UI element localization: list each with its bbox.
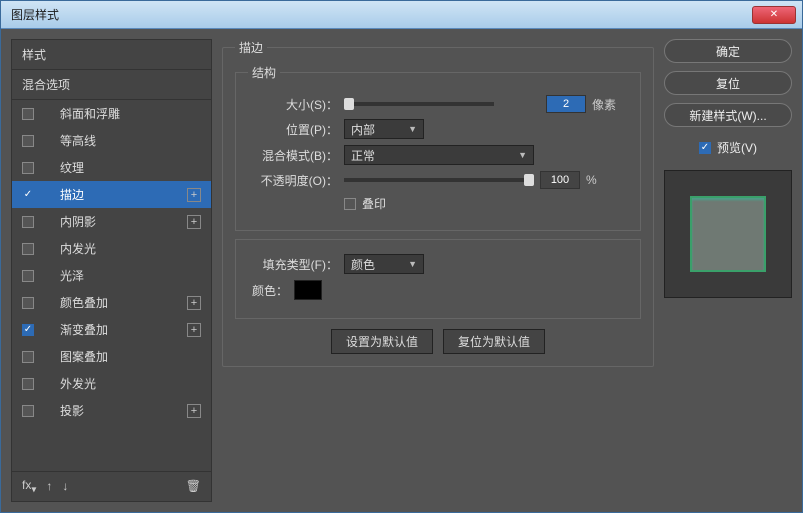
size-slider[interactable]	[344, 102, 494, 106]
right-column: 确定 复位 新建样式(W)... ✓ 预览(V)	[664, 39, 792, 502]
sidebar-header-styles[interactable]: 样式	[12, 40, 211, 69]
add-effect-icon[interactable]: +	[187, 188, 201, 202]
sidebar-item-label: 斜面和浮雕	[42, 105, 201, 122]
style-checkbox[interactable]	[22, 405, 34, 417]
reset-default-button[interactable]: 复位为默认值	[443, 329, 545, 354]
add-effect-icon[interactable]: +	[187, 215, 201, 229]
sidebar-item[interactable]: 等高线	[12, 127, 211, 154]
size-input[interactable]	[546, 95, 586, 113]
titlebar: 图层样式 ✕	[1, 1, 802, 29]
arrow-down-icon[interactable]: ↓	[62, 479, 68, 493]
sidebar-item-label: 图案叠加	[42, 348, 201, 365]
blend-mode-label: 混合模式(B)：	[248, 147, 338, 164]
style-checkbox[interactable]	[22, 351, 34, 363]
structure-group: 结构 大小(S)： 像素 位置(P)： 内部▼	[235, 64, 641, 231]
style-checkbox[interactable]	[22, 297, 34, 309]
group-title: 描边	[235, 39, 267, 56]
color-swatch[interactable]	[294, 280, 322, 300]
main-panel: 描边 结构 大小(S)： 像素 位置(P)：	[222, 39, 654, 502]
stroke-group: 描边 结构 大小(S)： 像素 位置(P)：	[222, 39, 654, 367]
size-unit: 像素	[592, 96, 628, 113]
fill-type-dropdown[interactable]: 颜色▼	[344, 254, 424, 274]
sidebar-item-label: 光泽	[42, 267, 201, 284]
trash-icon[interactable]: 🗑	[186, 479, 201, 493]
sidebar-item-label: 渐变叠加	[42, 321, 179, 338]
style-checkbox[interactable]	[22, 243, 34, 255]
preview-box	[664, 170, 792, 298]
preview-label: 预览(V)	[717, 139, 757, 156]
sidebar-item-label: 颜色叠加	[42, 294, 179, 311]
style-checkbox[interactable]	[22, 108, 34, 120]
set-default-button[interactable]: 设置为默认值	[331, 329, 433, 354]
style-checkbox[interactable]	[22, 162, 34, 174]
fx-menu[interactable]: fx▾	[22, 478, 36, 495]
styles-sidebar: 样式 混合选项 斜面和浮雕等高线纹理 ✓ 描边 + 内阴影 + 内发光光泽颜色叠加 + ✓ 渐变叠…	[11, 39, 212, 502]
sidebar-item[interactable]: 外发光	[12, 370, 211, 397]
opacity-slider[interactable]	[344, 178, 534, 182]
opacity-input[interactable]	[540, 171, 580, 189]
color-label: 颜色：	[248, 282, 288, 299]
style-checkbox[interactable]	[22, 270, 34, 282]
structure-title: 结构	[248, 64, 280, 81]
sidebar-item-label: 描边	[42, 186, 179, 203]
close-button[interactable]: ✕	[752, 6, 796, 24]
sidebar-item[interactable]: ✓ 渐变叠加 +	[12, 316, 211, 343]
position-label: 位置(P)：	[248, 121, 338, 138]
fill-type-label: 填充类型(F)：	[248, 256, 338, 273]
style-checkbox[interactable]	[22, 135, 34, 147]
opacity-unit: %	[586, 173, 622, 187]
style-checkbox[interactable]	[22, 378, 34, 390]
sidebar-item[interactable]: 颜色叠加 +	[12, 289, 211, 316]
sidebar-item[interactable]: 光泽	[12, 262, 211, 289]
ok-button[interactable]: 确定	[664, 39, 792, 63]
preview-checkbox[interactable]: ✓	[699, 142, 711, 154]
sidebar-item[interactable]: 图案叠加	[12, 343, 211, 370]
chevron-down-icon: ▼	[518, 150, 527, 160]
chevron-down-icon: ▼	[408, 259, 417, 269]
preview-thumbnail	[690, 196, 766, 272]
sidebar-header-blend[interactable]: 混合选项	[12, 70, 211, 99]
style-checkbox[interactable]: ✓	[22, 189, 34, 201]
add-effect-icon[interactable]: +	[187, 404, 201, 418]
blend-mode-dropdown[interactable]: 正常▼	[344, 145, 534, 165]
sidebar-item[interactable]: 纹理	[12, 154, 211, 181]
arrow-up-icon[interactable]: ↑	[46, 479, 52, 493]
sidebar-item[interactable]: 内阴影 +	[12, 208, 211, 235]
sidebar-item-label: 外发光	[42, 375, 201, 392]
style-checkbox[interactable]	[22, 216, 34, 228]
close-icon: ✕	[770, 9, 778, 20]
chevron-down-icon: ▼	[408, 124, 417, 134]
style-checkbox[interactable]: ✓	[22, 324, 34, 336]
sidebar-item-label: 等高线	[42, 132, 201, 149]
sidebar-item[interactable]: 斜面和浮雕	[12, 100, 211, 127]
window-title: 图层样式	[7, 6, 59, 23]
sidebar-item[interactable]: ✓ 描边 +	[12, 181, 211, 208]
sidebar-item-label: 内阴影	[42, 213, 179, 230]
position-dropdown[interactable]: 内部▼	[344, 119, 424, 139]
sidebar-item-label: 纹理	[42, 159, 201, 176]
sidebar-item-label: 内发光	[42, 240, 201, 257]
opacity-label: 不透明度(O)：	[248, 172, 338, 189]
sidebar-item-label: 投影	[42, 402, 179, 419]
new-style-button[interactable]: 新建样式(W)...	[664, 103, 792, 127]
size-label: 大小(S)：	[248, 96, 338, 113]
sidebar-footer: fx▾ ↑ ↓ 🗑	[12, 471, 211, 501]
overprint-checkbox[interactable]	[344, 198, 356, 210]
sidebar-item[interactable]: 内发光	[12, 235, 211, 262]
add-effect-icon[interactable]: +	[187, 296, 201, 310]
reset-button[interactable]: 复位	[664, 71, 792, 95]
add-effect-icon[interactable]: +	[187, 323, 201, 337]
overprint-label: 叠印	[362, 195, 386, 212]
fill-group: 填充类型(F)： 颜色▼ 颜色：	[235, 239, 641, 319]
sidebar-item[interactable]: 投影 +	[12, 397, 211, 424]
